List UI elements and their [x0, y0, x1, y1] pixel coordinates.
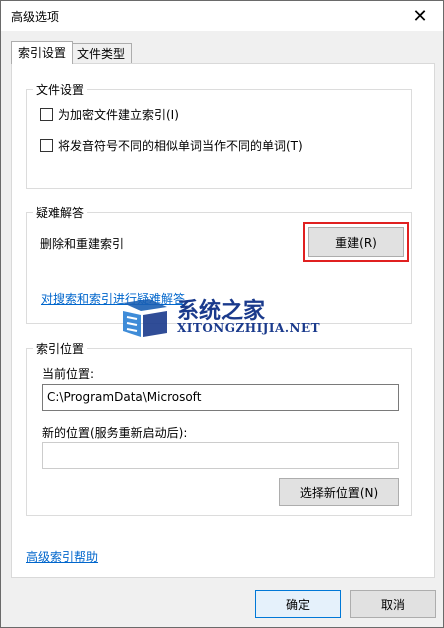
select-new-location-button[interactable]: 选择新位置(N): [279, 478, 399, 506]
tab-index-settings[interactable]: 索引设置: [11, 41, 74, 64]
encrypt-index-option[interactable]: 为加密文件建立索引(I): [40, 106, 179, 123]
close-icon: ✕: [412, 5, 428, 27]
title-bar: 高级选项 ✕: [1, 1, 443, 31]
encrypt-index-checkbox[interactable]: [40, 108, 53, 121]
current-location-label: 当前位置:: [42, 367, 95, 381]
index-location-group: 索引位置 当前位置: C:\ProgramData\Microsoft 新的位置…: [26, 340, 412, 516]
file-settings-group: 文件设置 为加密文件建立索引(I) 将发音符号不同的相似单词当作不同的单词(T): [26, 81, 412, 189]
diacritics-option[interactable]: 将发音符号不同的相似单词当作不同的单词(T): [40, 137, 303, 154]
rebuild-button[interactable]: 重建(R): [308, 227, 404, 257]
ok-button[interactable]: 确定: [255, 590, 341, 618]
encrypt-index-label: 为加密文件建立索引(I): [58, 108, 179, 122]
troubleshooting-title: 疑难解答: [33, 204, 88, 221]
current-location-field[interactable]: C:\ProgramData\Microsoft: [42, 384, 399, 411]
file-settings-title: 文件设置: [33, 81, 88, 98]
tab-panel-index-settings: 文件设置 为加密文件建立索引(I) 将发音符号不同的相似单词当作不同的单词(T)…: [11, 63, 435, 578]
diacritics-checkbox[interactable]: [40, 139, 53, 152]
rebuild-label: 删除和重建索引: [40, 237, 125, 251]
window-title: 高级选项: [11, 10, 60, 24]
advanced-index-help-link[interactable]: 高级索引帮助: [26, 548, 98, 565]
cancel-button[interactable]: 取消: [350, 590, 436, 618]
new-location-field[interactable]: [42, 442, 399, 469]
close-button[interactable]: ✕: [397, 1, 443, 31]
new-location-label: 新的位置(服务重新启动后):: [42, 426, 188, 440]
diacritics-label: 将发音符号不同的相似单词当作不同的单词(T): [58, 139, 303, 153]
troubleshoot-link[interactable]: 对搜索和索引进行疑难解答: [41, 290, 185, 307]
index-location-title: 索引位置: [33, 340, 88, 357]
tab-file-types[interactable]: 文件类型: [70, 43, 133, 63]
advanced-options-dialog: 高级选项 ✕ 索引设置 文件类型 文件设置 为加密文件建立索引(I) 将发音符号…: [0, 0, 444, 628]
troubleshooting-group: 疑难解答 删除和重建索引 重建(R) 对搜索和索引进行疑难解答: [26, 204, 412, 324]
